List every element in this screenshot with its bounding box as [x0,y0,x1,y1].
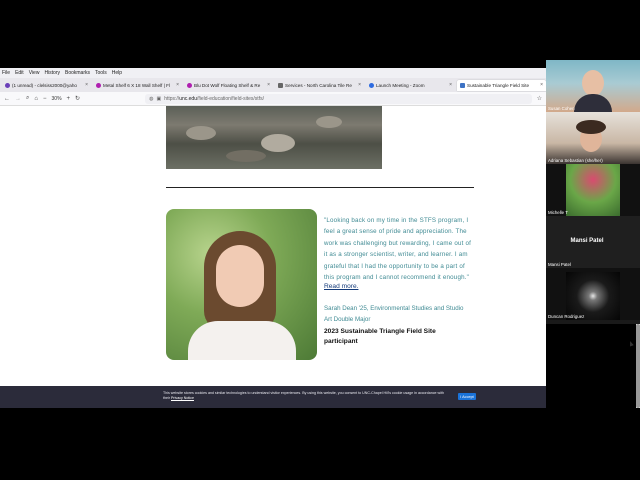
participant-display-name: Mansi Patel [570,238,604,244]
participant-name: Duncan Rodriguez [548,314,585,319]
url-text: https://unc.edu/field-education/field-si… [164,95,264,102]
read-more-link[interactable]: Read more. [324,283,358,290]
participant-video[interactable]: Michelle T [546,164,640,216]
menu-bar: File Edit View History Bookmarks Tools H… [0,68,546,78]
cookie-text: This website stores cookies and similar … [163,391,444,400]
store-favicon-icon [96,82,101,88]
close-icon[interactable]: × [267,82,270,88]
participant-video[interactable]: Duncan Rodriguez [546,268,640,320]
back-icon[interactable]: ← [4,96,10,102]
tab-title: (1 unread) - clelsiss2000@yaho [12,82,77,88]
close-icon[interactable]: × [358,82,361,88]
tab-title: Services - North Carolina Tile Re [285,82,352,88]
menu-tools[interactable]: Tools [95,70,107,76]
tab-title: Sustainable Triangle Field Site [467,82,530,88]
menu-file[interactable]: File [2,70,10,76]
participant-video[interactable]: Adriana Sebastian (she/her) [546,112,640,164]
zoom-in-icon[interactable]: + [67,96,71,102]
participant-photo [566,164,620,216]
search-icon[interactable]: ⌕ [26,95,29,102]
unc-favicon-icon [460,82,465,88]
home-icon[interactable]: ⌂ [34,96,38,102]
participant-video[interactable]: Mansi Patel Mansi Patel [546,216,640,268]
menu-edit[interactable]: Edit [15,70,24,76]
participant-name: Michelle T [548,210,568,215]
bookmark-star-icon[interactable]: ☆ [537,95,542,102]
mail-favicon-icon [5,82,10,88]
tab-title: Blu Dot Wolf Floating Shelf & Re [194,82,261,88]
shield-icon: ◍ [149,95,154,102]
close-icon[interactable]: × [449,82,452,88]
screen: File Edit View History Bookmarks Tools H… [0,0,640,480]
tab-blu-dot[interactable]: Blu Dot Wolf Floating Shelf & Re × [184,80,273,91]
reload-icon[interactable]: ↻ [75,95,80,102]
participant-video[interactable]: Susan Cohen [546,60,640,112]
zoom-level[interactable]: 30% [52,96,62,102]
field-work-photo [166,106,382,169]
testimonial-author: Sarah Dean '25, Environmental Studies an… [324,305,464,323]
participant-name: Adriana Sebastian (she/her) [548,158,603,163]
close-icon[interactable]: × [176,82,179,88]
participant-name: Mansi Patel [548,262,571,267]
participants-panel: Susan Cohen Adriana Sebastian (she/her) … [546,60,640,324]
tab-zoom[interactable]: Launch Meeting - Zoom × [366,80,455,91]
zoom-favicon-icon [369,82,374,88]
tab-metal-shelf[interactable]: Metal Shelf 6 X 18 Wall Shelf | Fl × [93,80,182,91]
tab-services[interactable]: Services - North Carolina Tile Re × [275,80,364,91]
participant-photo [566,272,620,320]
nav-bar: ← → ⌕ ⌂ − 30% + ↻ ◍ ▣ https://unc.edu/fi… [0,92,546,106]
store-favicon-icon [187,82,192,88]
lock-icon: ▣ [156,95,162,102]
menu-view[interactable]: View [29,70,40,76]
url-bar[interactable]: ◍ ▣ https://unc.edu/field-education/fiel… [145,93,532,104]
cookie-banner: This website stores cookies and similar … [0,386,546,408]
menu-history[interactable]: History [44,70,60,76]
participant-name: Susan Cohen [548,106,575,111]
close-icon[interactable]: × [85,82,88,88]
tab-mail[interactable]: (1 unread) - clelsiss2000@yaho × [2,80,91,91]
browser-window: File Edit View History Bookmarks Tools H… [0,68,546,408]
tab-stfs[interactable]: Sustainable Triangle Field Site × [457,79,546,91]
testimonial-quote: "Looking back on my time in the STFS pro… [324,217,472,282]
menu-help[interactable]: Help [112,70,122,76]
page-content: "Looking back on my time in the STFS pro… [0,106,546,408]
testimonial-program: 2023 Sustainable Triangle Field Site par… [324,328,436,345]
zoom-out-icon[interactable]: − [43,96,47,102]
scrollbar-thumb[interactable] [636,324,640,408]
privacy-notice-link[interactable]: Privacy Notice [171,396,194,400]
forward-icon[interactable]: → [15,96,21,102]
student-portrait [166,209,317,360]
tab-title: Launch Meeting - Zoom [376,82,425,88]
accept-cookies-button[interactable]: I Accept [458,393,476,400]
tab-bar: (1 unread) - clelsiss2000@yaho × Metal S… [0,78,546,92]
section-divider [166,187,474,188]
menu-bookmarks[interactable]: Bookmarks [65,70,90,76]
tab-title: Metal Shelf 6 X 18 Wall Shelf | Fl [103,82,170,88]
mouse-cursor-icon [628,340,634,347]
page-favicon-icon [278,82,283,88]
close-icon[interactable]: × [540,82,543,88]
